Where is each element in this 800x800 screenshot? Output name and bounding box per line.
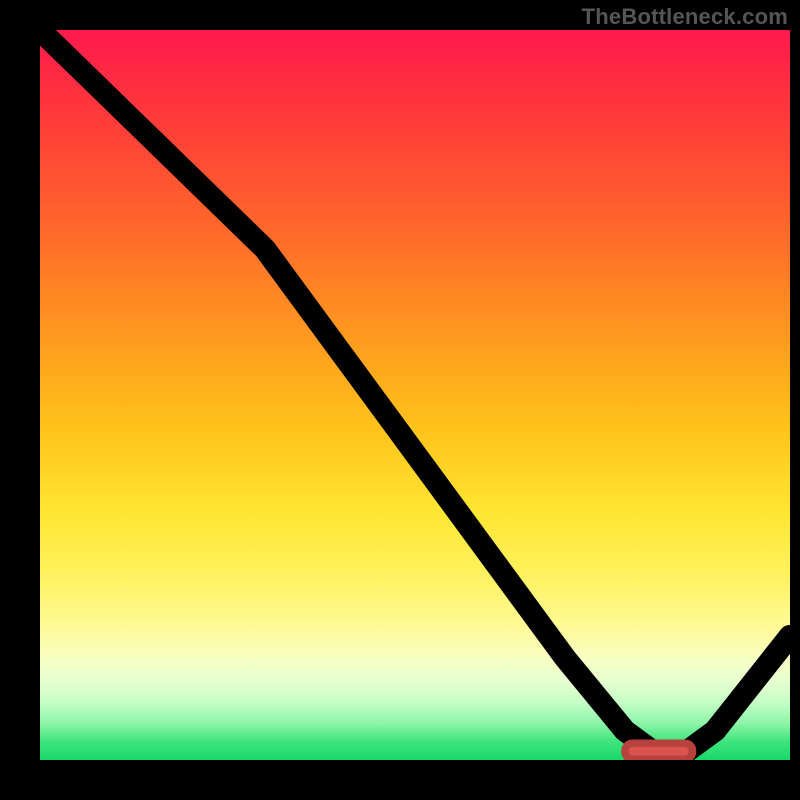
chart-frame: TheBottleneck.com	[0, 0, 800, 800]
watermark-text: TheBottleneck.com	[582, 4, 788, 30]
plot-svg	[40, 30, 790, 760]
plot-area	[40, 30, 790, 760]
bottleneck-curve	[40, 30, 790, 753]
optimal-marker	[625, 743, 693, 759]
